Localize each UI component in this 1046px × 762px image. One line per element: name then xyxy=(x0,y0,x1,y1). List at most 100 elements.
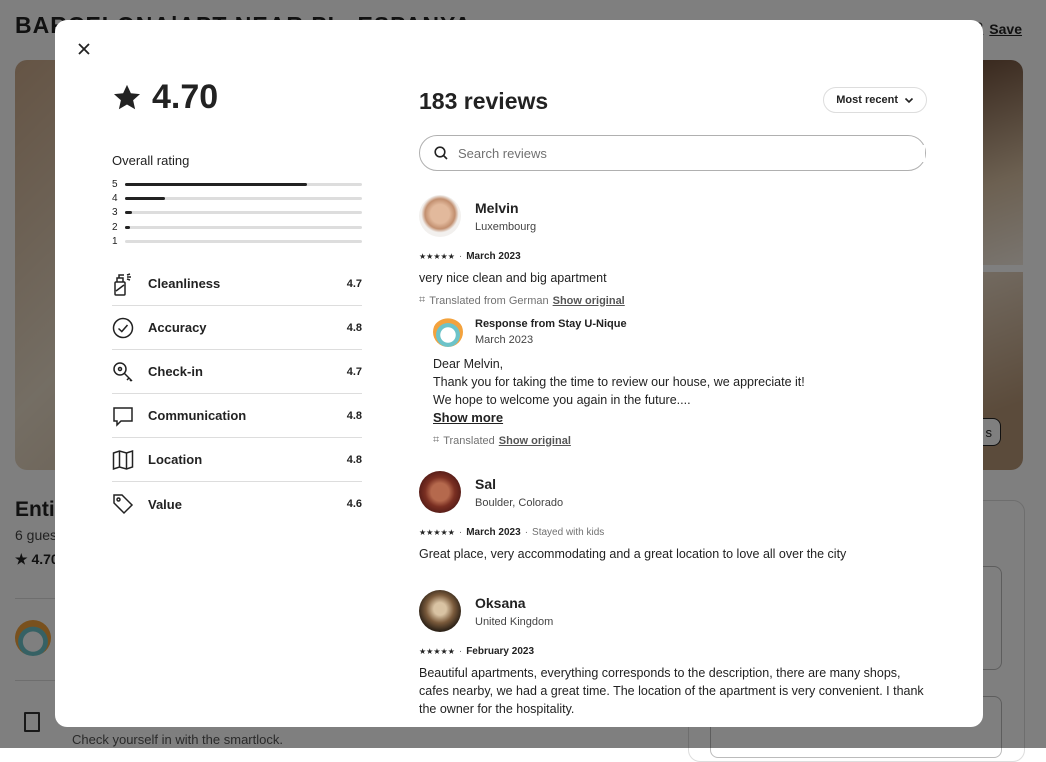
review-text: very nice clean and big apartment xyxy=(419,271,607,285)
search-icon xyxy=(434,146,448,160)
translate-icon: ⌗ xyxy=(433,434,440,446)
category-label: Accuracy xyxy=(148,320,207,336)
reviews-panel: 183 reviews Most recent Melvin Luxembour… xyxy=(419,20,927,727)
spray-icon xyxy=(114,273,131,296)
rating-bar-label: 5 xyxy=(112,178,118,190)
show-more-link[interactable]: Show more xyxy=(433,410,503,425)
reviewer-avatar[interactable] xyxy=(419,590,461,632)
tag-icon xyxy=(113,494,134,515)
rating-bar-label: 3 xyxy=(112,207,118,219)
reviewer-location: United Kingdom xyxy=(475,615,554,628)
rating-bar-fill xyxy=(125,182,308,186)
star-icon xyxy=(114,84,140,109)
translated-label: Translated from German xyxy=(429,294,549,307)
reviewer-name: Oksana xyxy=(475,594,526,611)
reviews-count-title: 183 reviews xyxy=(419,88,549,114)
search-input[interactable] xyxy=(456,144,925,162)
reviewer-location: Luxembourg xyxy=(475,220,537,233)
category-label: Cleanliness xyxy=(148,276,221,292)
category-label: Communication xyxy=(148,408,247,424)
category-label: Check-in xyxy=(148,364,203,380)
search-reviews-field[interactable] xyxy=(419,135,926,171)
host-logo[interactable] xyxy=(433,317,463,347)
category-score: 4.6 xyxy=(346,498,362,511)
rating-bar-row: 5 xyxy=(112,177,362,191)
close-button[interactable] xyxy=(73,38,95,60)
translation-note: ⌗ Translated from German Show original xyxy=(419,294,927,307)
review-item: Oksana United Kingdom ★★★★★ · February 2… xyxy=(419,590,927,718)
category-ratings: Cleanliness 4.7 Accuracy 4.8 Check-in 4.… xyxy=(112,262,362,526)
review-text: Great place, very accommodating and a gr… xyxy=(419,547,847,561)
reviewer-avatar[interactable] xyxy=(419,471,461,513)
sort-dropdown[interactable]: Most recent xyxy=(823,87,927,113)
review-date: February 2023 xyxy=(466,646,535,657)
category-score: 4.7 xyxy=(346,277,362,290)
reviewer-name: Sal xyxy=(475,475,497,492)
key-icon xyxy=(113,362,133,382)
review-stars: ★★★★★ xyxy=(419,647,455,656)
response-title: Response from Stay U-Nique xyxy=(475,318,627,330)
review-date: March 2023 xyxy=(466,251,521,262)
category-cleanliness: Cleanliness 4.7 xyxy=(112,262,362,307)
rating-bar-track xyxy=(125,211,362,215)
rating-bar-fill xyxy=(125,196,166,200)
review-trip-type: Stayed with kids xyxy=(532,527,605,538)
rating-bar-track xyxy=(125,225,362,229)
review-item: Melvin Luxembourg ★★★★★ · March 2023 ver… xyxy=(419,195,927,447)
review-text: Beautiful apartments, everything corresp… xyxy=(419,666,924,716)
category-score: 4.8 xyxy=(346,321,362,334)
review-meta: ★★★★★ · March 2023 · Stayed with kids xyxy=(419,527,605,538)
reviewer-name: Melvin xyxy=(475,199,519,216)
sort-label: Most recent xyxy=(836,94,898,106)
response-date: March 2023 xyxy=(475,334,534,346)
translated-label: Translated xyxy=(443,434,495,447)
category-score: 4.7 xyxy=(346,365,362,378)
rating-distribution: 5 4 3 2 1 xyxy=(112,177,362,248)
review-stars: ★★★★★ xyxy=(419,528,455,537)
host-response: Response from Stay U-Nique March 2023 De… xyxy=(433,317,927,447)
response-text: Dear Melvin, Thank you for taking the ti… xyxy=(433,355,927,409)
review-stars: ★★★★★ xyxy=(419,252,455,261)
review-meta: ★★★★★ · February 2023 xyxy=(419,646,535,657)
rating-bar-track xyxy=(125,182,362,186)
translation-note: ⌗ Translated Show original xyxy=(433,434,927,447)
category-accuracy: Accuracy 4.8 xyxy=(112,306,362,351)
rating-bar-track xyxy=(125,239,362,243)
reviewer-avatar[interactable] xyxy=(419,195,461,237)
translate-icon: ⌗ xyxy=(419,294,426,306)
response-line: We hope to welcome you again in the futu… xyxy=(433,393,691,407)
rating-bar-track xyxy=(125,196,362,200)
rating-summary: 4.70 Overall rating 5 4 3 2 1 Cleanlines… xyxy=(112,78,362,526)
category-check-in: Check-in 4.7 xyxy=(112,350,362,395)
rating-bar-label: 1 xyxy=(112,235,118,247)
show-original-link[interactable]: Show original xyxy=(553,295,625,307)
category-value: Value 4.6 xyxy=(112,482,362,526)
map-icon xyxy=(112,449,134,471)
review-meta: ★★★★★ · March 2023 xyxy=(419,251,521,262)
category-score: 4.8 xyxy=(346,409,362,422)
rating-bar-row: 4 xyxy=(112,191,362,205)
reviewer-location: Boulder, Colorado xyxy=(475,496,564,509)
rating-bar-row: 1 xyxy=(112,234,362,248)
rating-bar-fill xyxy=(125,225,130,229)
review-item: Sal Boulder, Colorado ★★★★★ · March 2023… xyxy=(419,471,927,563)
overall-rating-label: Overall rating xyxy=(112,153,190,168)
response-line: Dear Melvin, xyxy=(433,357,504,371)
show-original-link[interactable]: Show original xyxy=(499,435,571,447)
category-location: Location 4.8 xyxy=(112,438,362,483)
check-circle-icon xyxy=(112,317,134,339)
response-line: Thank you for taking the time to review … xyxy=(433,375,805,389)
chat-icon xyxy=(113,407,133,427)
category-communication: Communication 4.8 xyxy=(112,394,362,439)
category-score: 4.8 xyxy=(346,453,362,466)
category-label: Value xyxy=(148,496,182,512)
reviews-modal: 4.70 Overall rating 5 4 3 2 1 Cleanlines… xyxy=(55,20,983,727)
chevron-down-icon xyxy=(904,97,914,104)
overall-rating-header: 4.70 xyxy=(112,78,362,117)
rating-bar-fill xyxy=(125,211,133,215)
overall-rating-value: 4.70 xyxy=(152,78,219,116)
rating-bar-row: 2 xyxy=(112,220,362,234)
rating-bar-label: 2 xyxy=(112,221,118,233)
category-label: Location xyxy=(148,452,203,468)
close-icon xyxy=(78,43,90,55)
